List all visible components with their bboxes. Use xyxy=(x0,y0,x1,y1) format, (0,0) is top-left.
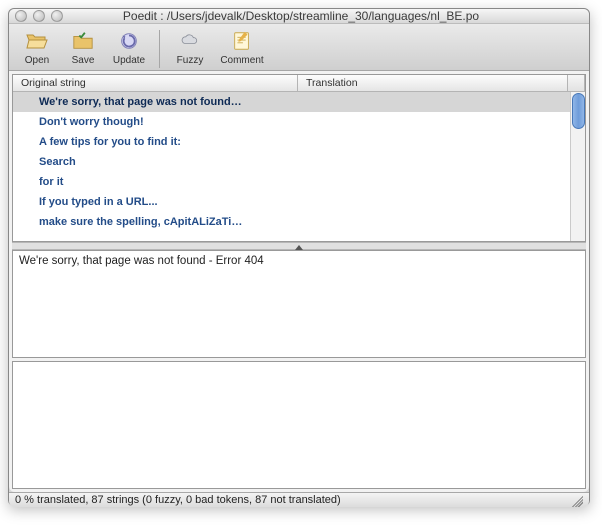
update-icon xyxy=(117,29,141,53)
translation-text-pane[interactable] xyxy=(12,361,586,489)
open-label: Open xyxy=(25,55,49,66)
content-area: Original string Translation We're sorry,… xyxy=(9,71,589,492)
splitter-handle[interactable] xyxy=(12,242,586,250)
source-text-pane: We're sorry, that page was not found - E… xyxy=(12,250,586,358)
list-body: We're sorry, that page was not found… Don… xyxy=(13,92,585,241)
cell-original: make sure the spelling, cApitALiZaTi… xyxy=(13,216,298,228)
cell-original: If you typed in a URL... xyxy=(13,196,298,208)
zoom-icon[interactable] xyxy=(51,10,63,22)
open-button[interactable]: Open xyxy=(15,28,59,66)
cell-original: A few tips for you to find it: xyxy=(13,136,298,148)
cell-original: Search xyxy=(13,156,298,168)
table-row[interactable]: make sure the spelling, cApitALiZaTi… xyxy=(13,212,570,232)
fuzzy-button[interactable]: Fuzzy xyxy=(168,28,212,66)
table-row[interactable]: We're sorry, that page was not found… xyxy=(13,92,570,112)
column-original[interactable]: Original string xyxy=(13,75,298,91)
status-bar: 0 % translated, 87 strings (0 fuzzy, 0 b… xyxy=(9,492,589,507)
column-translation[interactable]: Translation xyxy=(298,75,568,91)
toolbar-group-edit: Fuzzy Comment xyxy=(168,28,270,66)
table-row[interactable]: for it xyxy=(13,172,570,192)
cell-original: for it xyxy=(13,176,298,188)
minimize-icon[interactable] xyxy=(33,10,45,22)
window-controls xyxy=(15,10,63,22)
list-header: Original string Translation xyxy=(13,75,585,92)
strings-list: Original string Translation We're sorry,… xyxy=(12,74,586,242)
comment-icon xyxy=(230,29,254,53)
table-row[interactable]: If you typed in a URL... xyxy=(13,192,570,212)
toolbar-group-file: Open Save Update xyxy=(15,28,151,66)
table-row[interactable]: Don't worry though! xyxy=(13,112,570,132)
folder-open-icon xyxy=(25,29,49,53)
resize-grip-icon[interactable] xyxy=(569,493,583,507)
window-title: Poedit : /Users/jdevalk/Desktop/streamli… xyxy=(63,9,539,23)
save-icon xyxy=(71,29,95,53)
cell-original: Don't worry though! xyxy=(13,116,298,128)
toolbar-separator xyxy=(159,30,160,68)
table-row[interactable]: A few tips for you to find it: xyxy=(13,132,570,152)
comment-label: Comment xyxy=(220,55,263,66)
vertical-scrollbar[interactable] xyxy=(570,92,585,241)
scroll-thumb[interactable] xyxy=(572,93,585,129)
save-button[interactable]: Save xyxy=(61,28,105,66)
column-scroll-spacer xyxy=(568,75,585,91)
cloud-icon xyxy=(178,29,202,53)
table-row[interactable]: Search xyxy=(13,152,570,172)
list-rows: We're sorry, that page was not found… Don… xyxy=(13,92,570,241)
titlebar[interactable]: Poedit : /Users/jdevalk/Desktop/streamli… xyxy=(9,9,589,24)
save-label: Save xyxy=(72,55,95,66)
comment-button[interactable]: Comment xyxy=(214,28,270,66)
app-window: Poedit : /Users/jdevalk/Desktop/streamli… xyxy=(8,8,590,506)
close-icon[interactable] xyxy=(15,10,27,22)
update-button[interactable]: Update xyxy=(107,28,151,66)
cell-original: We're sorry, that page was not found… xyxy=(13,96,298,108)
toolbar: Open Save Update Fuzzy xyxy=(9,24,589,71)
update-label: Update xyxy=(113,55,145,66)
fuzzy-label: Fuzzy xyxy=(177,55,204,66)
status-text: 0 % translated, 87 strings (0 fuzzy, 0 b… xyxy=(15,494,341,506)
